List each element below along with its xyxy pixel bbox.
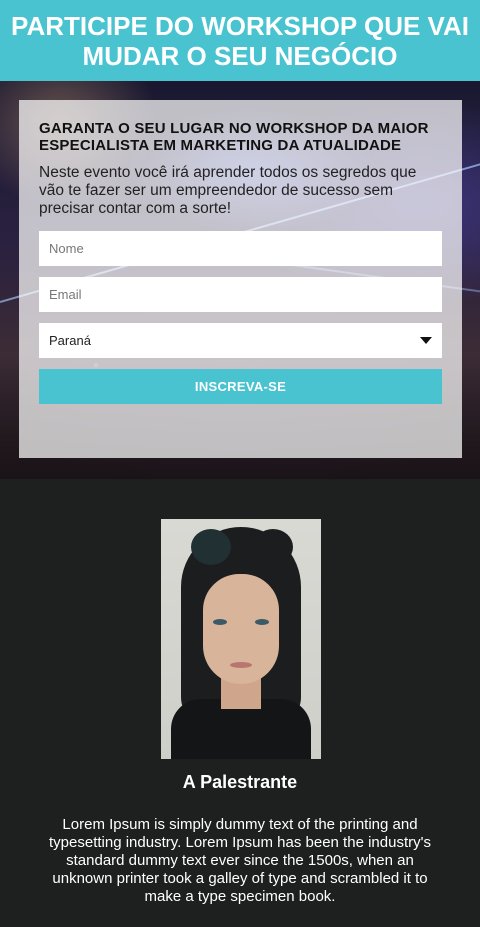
subscribe-button[interactable]: INSCREVA-SE: [39, 369, 442, 404]
form-description: Neste evento você irá aprender todos os …: [39, 164, 417, 217]
speaker-section: A Palestrante Lorem Ipsum is simply dumm…: [0, 479, 480, 927]
name-placeholder: Nome: [49, 241, 84, 256]
signup-form: GARANTA O SEU LUGAR NO WORKSHOP DA MAIOR…: [19, 100, 462, 458]
state-selected-value: Paraná: [49, 333, 91, 348]
email-field[interactable]: Email: [39, 277, 442, 312]
speaker-photo: [161, 519, 321, 759]
name-field[interactable]: Nome: [39, 231, 442, 266]
top-banner: PARTICIPE DO WORKSHOP QUE VAI MUDAR O SE…: [0, 0, 480, 81]
state-select[interactable]: Paraná: [39, 323, 442, 358]
form-heading: GARANTA O SEU LUGAR NO WORKSHOP DA MAIOR…: [39, 120, 429, 154]
chevron-down-icon: [420, 337, 432, 344]
speaker-title: A Palestrante: [182, 772, 298, 792]
speaker-bio: Lorem Ipsum is simply dummy text of the …: [49, 816, 431, 905]
email-placeholder: Email: [49, 287, 82, 302]
page-title: PARTICIPE DO WORKSHOP QUE VAI MUDAR O SE…: [11, 10, 469, 71]
